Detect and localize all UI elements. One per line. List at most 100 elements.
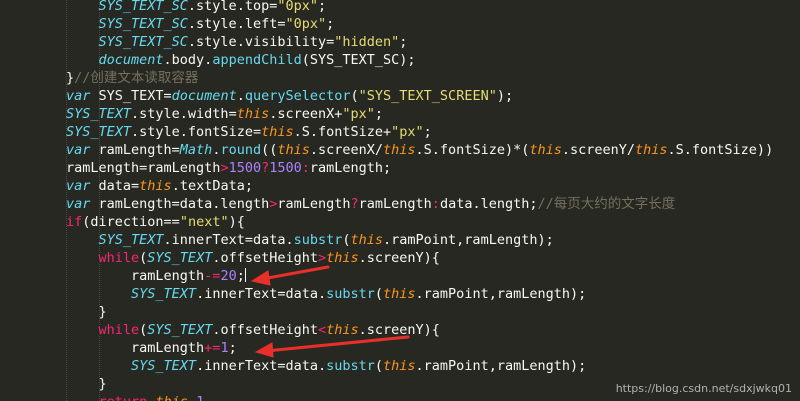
code-token: round	[220, 142, 262, 158]
code-token: .screenX/	[309, 142, 384, 158]
code-token: var	[66, 178, 91, 194]
arrow-line	[264, 335, 410, 353]
code-token: .body.	[163, 52, 213, 68]
code-token: (	[374, 286, 384, 302]
code-editor[interactable]: SYS_TEXT_SC.style.top="0px"; SYS_TEXT_SC…	[0, 0, 800, 401]
code-line: ramLength=ramLength>1500?1500:ramLength;	[66, 159, 391, 177]
code-token: ;	[228, 340, 237, 356]
code-line: SYS_TEXT_SC.style.top="0px";	[66, 0, 327, 15]
code-token: :	[301, 160, 310, 176]
code-token: "next"	[179, 214, 229, 230]
code-token: .innerText=data.	[163, 232, 294, 248]
code-token: .style.left=	[187, 16, 286, 32]
code-token: (direction==	[82, 214, 180, 230]
code-token: this	[383, 286, 416, 302]
code-token: .style.width=	[131, 106, 237, 122]
code-line: }	[66, 303, 107, 321]
code-token: +=	[204, 340, 221, 356]
code-token: "px"	[391, 124, 424, 140]
code-line: ramLength-=20;	[66, 267, 246, 285]
code-token: SYS_TEXT	[147, 250, 213, 266]
code-token: ((	[261, 142, 278, 158]
code-token: //创建文本读取容器	[74, 70, 199, 86]
code-token: -=	[204, 268, 221, 284]
code-token: document	[171, 88, 237, 104]
code-token: this	[350, 232, 384, 248]
code-token: "0px"	[285, 16, 327, 32]
code-token: .ramPoint,ramLength);	[415, 358, 587, 374]
code-token: while	[98, 250, 140, 266]
code-token: >	[318, 250, 327, 266]
code-token: var	[66, 196, 91, 212]
code-token: );	[496, 88, 514, 104]
code-token: .S.fontSize+	[293, 124, 392, 140]
code-token: this	[635, 142, 668, 158]
code-token: (SYS_TEXT_SC);	[301, 52, 416, 68]
code-token: .	[236, 88, 245, 104]
code-token: document	[98, 52, 164, 68]
code-token: 1500	[269, 160, 302, 176]
code-token: querySelector	[244, 88, 351, 104]
code-line: while(SYS_TEXT.offsetHeight>this.screenY…	[66, 249, 440, 267]
arrow-head	[254, 342, 274, 358]
code-token: var	[66, 142, 91, 158]
code-token: SYS_TEXT	[147, 322, 213, 338]
code-token: ){	[228, 214, 245, 230]
code-token: .textData;	[171, 178, 253, 194]
code-token: ;	[423, 124, 432, 140]
code-token: this	[261, 124, 294, 140]
code-token: .S.fontSize)*(	[415, 142, 530, 158]
code-token: ramLength	[66, 340, 205, 356]
code-line: }	[66, 375, 107, 393]
code-token: while	[98, 322, 140, 338]
code-token: .screenY){	[358, 250, 440, 266]
watermark-text: https://blog.csdn.net/sdxjwkq01	[615, 382, 792, 395]
code-token: "px"	[342, 106, 375, 122]
code-line: return this.1	[66, 393, 205, 401]
code-line: var SYS_TEXT=document.querySelector("SYS…	[66, 87, 513, 105]
code-token: data.length;	[439, 196, 538, 212]
code-token: ;	[399, 34, 408, 50]
code-token: SYS_TEXT=	[90, 88, 172, 104]
code-token: Math	[179, 142, 213, 158]
code-token: this	[139, 178, 172, 194]
code-token: .style.top=	[187, 0, 278, 14]
code-line: document.body.appendChild(SYS_TEXT_SC);	[66, 51, 416, 69]
code-line: SYS_TEXT_SC.style.visibility="hidden";	[66, 33, 408, 51]
code-token: ramLength=	[90, 142, 180, 158]
code-line: SYS_TEXT_SC.style.left="0px";	[66, 15, 335, 33]
code-line: }//创建文本读取容器	[66, 69, 198, 87]
code-token: .screenX+	[269, 106, 343, 122]
code-token: (	[342, 232, 351, 248]
code-token: this	[155, 394, 188, 401]
code-token: .	[188, 394, 196, 401]
arrow-head	[250, 270, 271, 286]
code-token: ?	[350, 196, 359, 212]
code-token: ramLength=data.length	[90, 196, 270, 212]
code-token: .screenY/	[561, 142, 636, 158]
code-token: ramLength	[66, 268, 205, 284]
code-token: "hidden"	[334, 34, 400, 50]
code-token: SYS_TEXT	[131, 358, 197, 374]
code-token: var	[66, 88, 91, 104]
code-line: SYS_TEXT.innerText=data.substr(this.ramP…	[66, 231, 554, 249]
code-token: .offsetHeight	[212, 322, 318, 338]
code-token: //每页大约的文字长度	[537, 196, 676, 212]
code-token: ?	[261, 160, 270, 176]
code-token: <	[318, 322, 327, 338]
code-token: 1	[196, 394, 204, 401]
code-token: 1	[220, 340, 229, 356]
code-line: ramLength+=1;	[66, 339, 237, 357]
code-token: 1500	[228, 160, 262, 176]
code-token: this	[236, 106, 270, 122]
code-token: .ramPoint,ramLength);	[383, 232, 554, 248]
code-token: if	[66, 214, 83, 230]
code-token: appendChild	[212, 52, 302, 68]
code-token: >	[220, 160, 229, 176]
code-token: SYS_TEXT_SC	[98, 34, 188, 50]
